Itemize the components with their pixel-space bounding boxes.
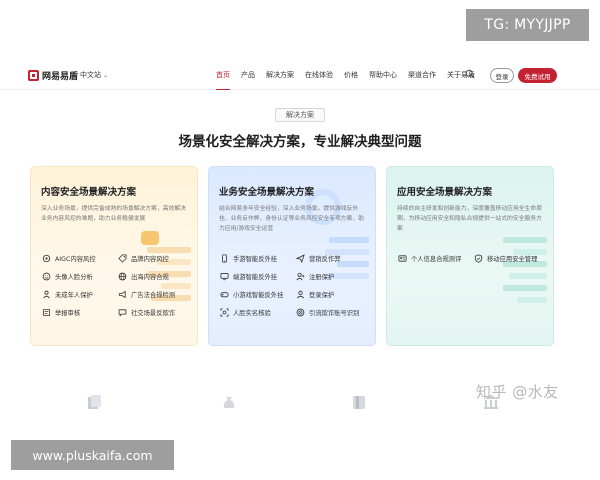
card-title: 内容安全场景解决方案 [41,187,137,198]
money-bag-icon [223,397,235,408]
book-icon [353,396,365,409]
login-icon [295,290,305,300]
paper-plane-icon [295,254,305,264]
menu-item-partners[interactable]: 渠道合作 [408,70,436,80]
card-illustration [501,229,547,307]
card-description: 结合网易多年安全经验，深入业务场景，提供游戏反外挂、业务反作弊、身份认证等业务风… [219,206,364,232]
logo-text: 网易易盾 [42,72,79,82]
logo-icon [28,70,39,81]
feature-item[interactable]: 引流欺诈账号识别 [295,307,375,318]
menu-item-home[interactable]: 首页 [216,70,230,90]
feature-item[interactable]: 广告法合规检测 [117,289,197,300]
face-icon [41,272,51,282]
feature-item[interactable]: 营销反作弊 [295,253,375,264]
card-title: 业务安全场景解决方案 [219,187,315,198]
menu-item-solutions[interactable]: 解决方案 [266,70,294,80]
feature-item[interactable]: 端游智能反外挂 [219,271,295,282]
top-navbar: 网易易盾 中文站 ⌄ 首页 产品 解决方案 在线体验 价格 帮助中心 渠道合作 … [0,62,600,90]
card-title: 应用安全场景解决方案 [397,187,493,198]
watermark-zhihu: 知乎 @水友 [476,383,559,401]
globe-icon [117,272,127,282]
feature-item[interactable]: 移动应用安全管理 [473,253,553,264]
menu-item-online-demo[interactable]: 在线体验 [305,70,333,80]
feature-item[interactable]: 人脸实名核验 [219,307,295,318]
aigc-icon [41,254,51,264]
document-stack-icon [88,395,101,409]
menu-item-products[interactable]: 产品 [241,70,255,80]
feature-item[interactable]: 社交场景反欺诈 [117,307,197,318]
shield-check-icon [473,254,483,264]
chevron-down-icon: ⌄ [103,71,109,79]
card-description: 持续的自主研发和创新能力，深度覆盖移动应用全生命周期，为移动应用安全和隐私合规提… [397,206,542,232]
feature-item[interactable]: 小游戏智能反外挂 [219,289,295,300]
main-menu: 首页 产品 解决方案 在线体验 价格 帮助中心 渠道合作 关于易盾 [216,70,475,90]
target-icon [295,308,305,318]
child-icon [41,290,51,300]
feature-item[interactable]: AIGC内容风控 [41,253,117,264]
desktop-icon [219,272,229,282]
section-badge: 解决方案 [275,108,325,122]
feature-item[interactable]: 品牌内容风控 [117,253,197,264]
mobile-icon [219,254,229,264]
feature-item[interactable]: 注册保护 [295,271,375,282]
section-headline: 场景化安全解决方案，专业解决典型问题 [178,134,422,150]
site-switch-label: 中文站 [80,71,101,79]
menu-item-help[interactable]: 帮助中心 [369,70,397,80]
brand-logo[interactable]: 网易易盾 [28,69,78,82]
feature-item[interactable]: 手游智能反外挂 [219,253,295,264]
id-card-icon [397,254,407,264]
feature-item[interactable]: 登录保护 [295,289,375,300]
free-trial-button[interactable]: 免费试用 [518,68,557,83]
social-icon [117,308,127,318]
gamepad-icon [219,290,229,300]
face-scan-icon [219,308,229,318]
feature-item[interactable]: 举报审核 [41,307,117,318]
report-icon [41,308,51,318]
site-language-switch[interactable]: 中文站 ⌄ [80,70,108,80]
search-icon[interactable] [465,69,475,79]
feature-item[interactable]: 头像人脸分析 [41,271,117,282]
feature-item[interactable]: 个人信息合规测评 [397,253,473,264]
card-description: 深入业务场景，提供完备成熟的场景解决方案，高效解决业务内容风控的难题，助力业务稳… [41,206,186,222]
watermark-bottom: www.pluskaifa.com [11,440,174,470]
solution-card-business-security[interactable]: 业务安全场景解决方案 结合网易多年安全经验，深入业务场景，提供游戏反外挂、业务反… [208,166,376,346]
solution-card-content-security[interactable]: 内容安全场景解决方案 深入业务场景，提供完备成熟的场景解决方案，高效解决业务内容… [30,166,198,346]
login-button[interactable]: 登录 [490,68,514,83]
megaphone-icon [117,290,127,300]
watermark-top: TG: MYYJJPP [466,9,589,41]
user-add-icon [295,272,305,282]
menu-item-pricing[interactable]: 价格 [344,70,358,80]
tag-icon [117,254,127,264]
feature-item[interactable]: 出海内容合规 [117,271,197,282]
solution-card-app-security[interactable]: 应用安全场景解决方案 持续的自主研发和创新能力，深度覆盖移动应用全生命周期，为移… [386,166,554,346]
feature-item[interactable]: 未成年人保护 [41,289,117,300]
